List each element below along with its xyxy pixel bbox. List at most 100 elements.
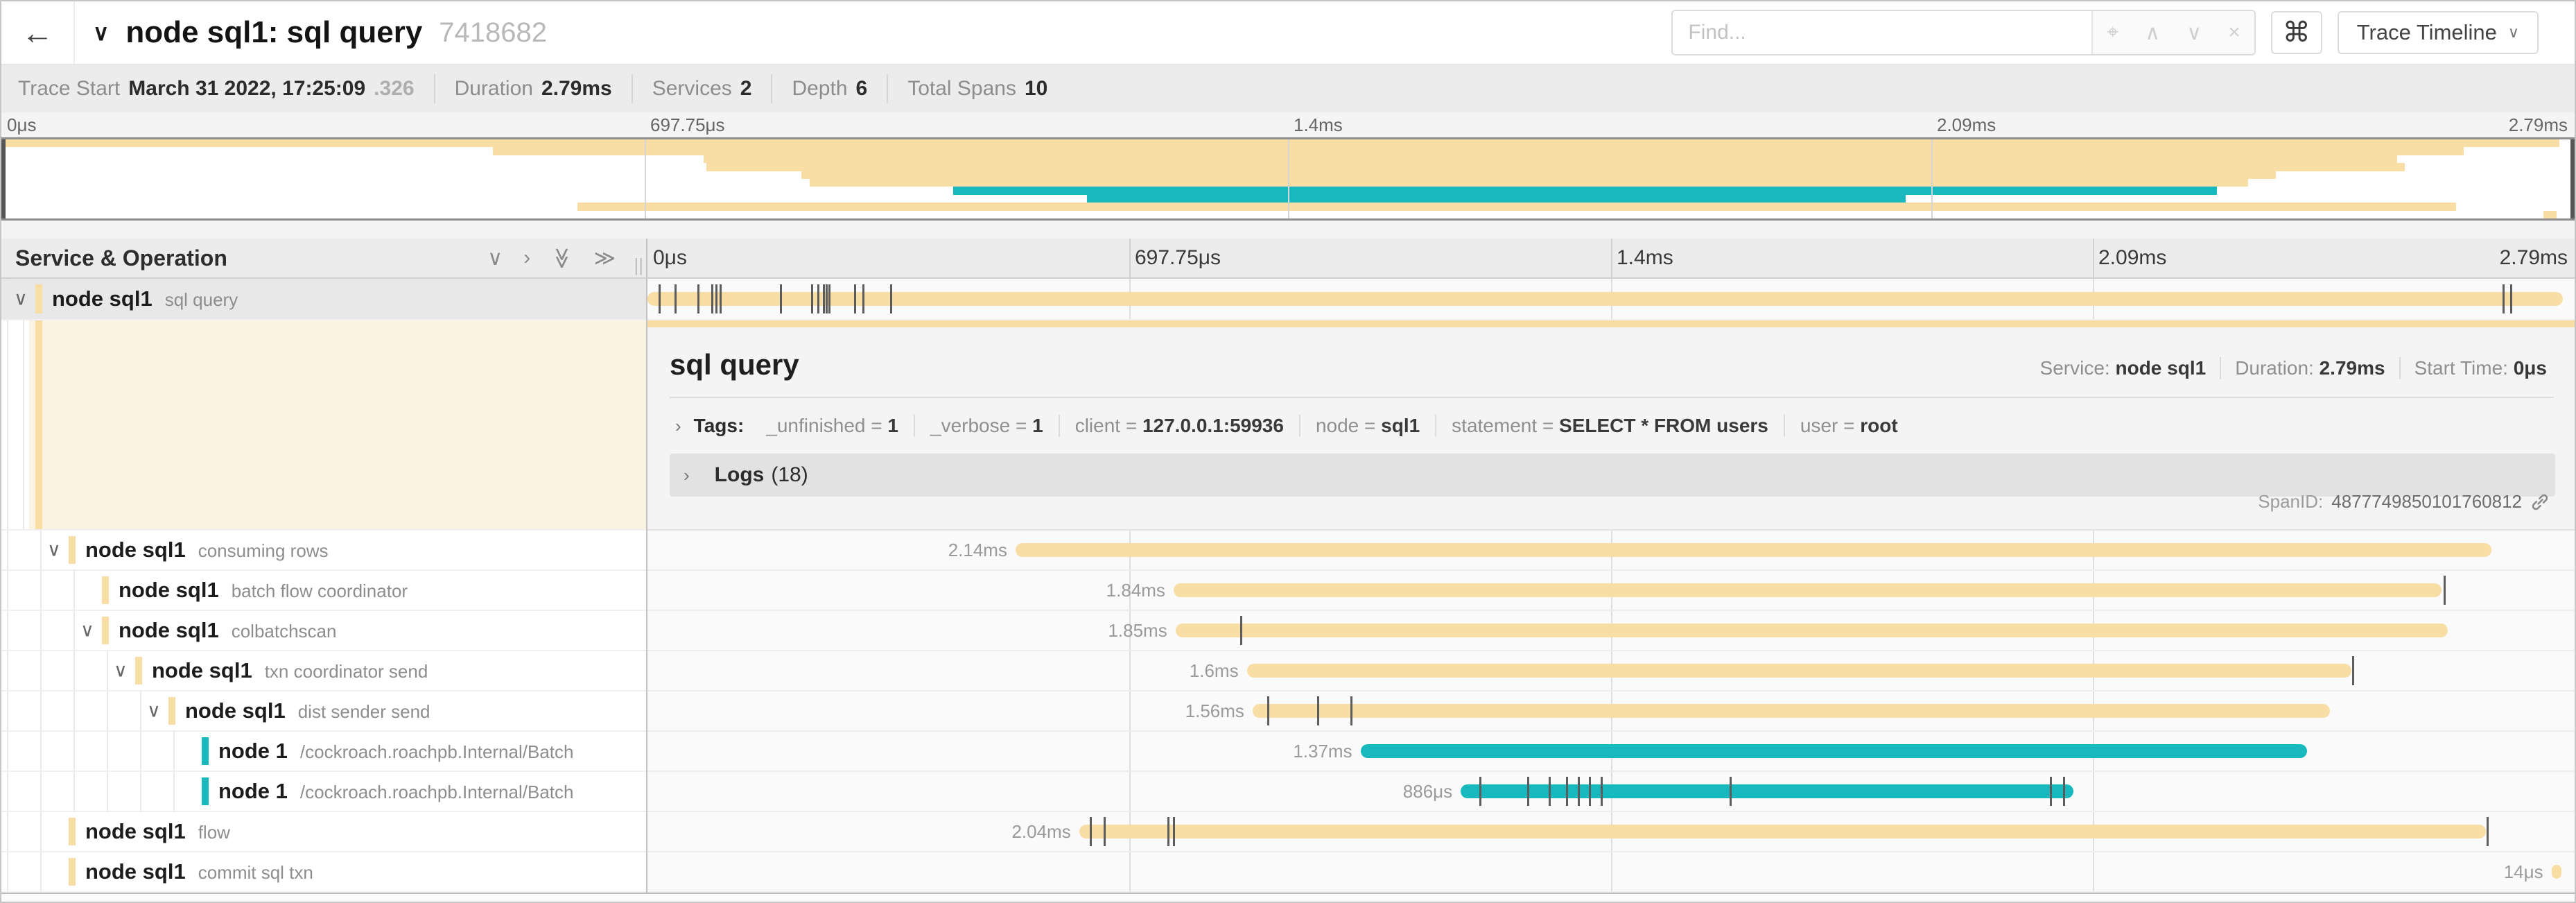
span-operation-name: txn coordinator send	[265, 661, 428, 682]
deep-link-icon[interactable]	[2530, 492, 2550, 512]
span-service-name: node sql1colbatchscan	[119, 618, 336, 643]
span-id-row: SpanID: 4877749850101760812	[2258, 491, 2550, 513]
tree-row-cockroach-roachpb-internal-batch[interactable]: node 1/cockroach.roachpb.Internal/Batch	[1, 772, 646, 812]
indent-guide	[40, 651, 42, 690]
span-bar[interactable]	[1461, 784, 2073, 798]
span-bar[interactable]	[647, 292, 2563, 306]
span-tree-column: ∨ node sql1sql query ∨node sql1consuming …	[1, 279, 647, 893]
span-id-label: SpanID:	[2258, 491, 2323, 513]
span-duration-label-wrap: 1.84ms	[647, 571, 1174, 610]
timeline-axis-header: 0μs697.75μs1.4ms2.09ms2.79ms	[647, 239, 2575, 277]
axis-tick-label: 2.79ms	[2509, 114, 2568, 136]
prev-result-icon[interactable]: ∧	[2145, 21, 2160, 45]
tree-row-commit-sql-txn[interactable]: node sql1commit sql txn	[1, 852, 646, 893]
tree-row-txn-coordinator-send[interactable]: ∨ node sql1txn coordinator send	[1, 651, 646, 691]
expand-one-icon[interactable]: ›	[523, 246, 530, 270]
span-bar[interactable]	[1174, 583, 2442, 597]
info-value-fraction: .326	[374, 77, 414, 101]
jaeger-trace-timeline-view: ← ∨ node sql1: sql query 7418682 ⌖ ∧ ∨ ×…	[0, 0, 2576, 903]
timeline-row-colbatchscan[interactable]: 1.85ms	[647, 611, 2575, 651]
tag-statement: statement = SELECT * FROM users	[1435, 415, 1784, 437]
timeline-row-batch-flow-coordinator[interactable]: 1.84ms	[647, 571, 2575, 611]
detail-span-meta: Service: node sql1Duration: 2.79msStart …	[2026, 357, 2547, 379]
minimap-gridline	[645, 139, 646, 218]
span-operation-name: /cockroach.roachpb.Internal/Batch	[300, 782, 574, 802]
timeline-row-txn-coordinator-send[interactable]: 1.6ms	[647, 651, 2575, 691]
indent-guide	[40, 852, 42, 891]
log-marker	[1090, 817, 1092, 846]
span-bar[interactable]	[1361, 744, 2307, 758]
locate-icon[interactable]: ⌖	[2107, 21, 2118, 44]
trace-minimap[interactable]	[1, 137, 2575, 221]
span-bar[interactable]	[1253, 704, 2330, 718]
collapse-all-icon[interactable]: ≫	[550, 247, 574, 268]
viewport-scrubber-right[interactable]	[2570, 139, 2575, 218]
tree-controls: ∨ › ≫ ≫	[487, 239, 616, 277]
axis-tick-label: 697.75μs	[650, 114, 725, 136]
log-marker	[1527, 777, 1529, 806]
timeline-row-consuming-rows[interactable]: 2.14ms	[647, 531, 2575, 571]
info-value: 2	[740, 77, 752, 101]
next-result-icon[interactable]: ∨	[2186, 21, 2202, 45]
logs-accordion[interactable]: › Logs (18)	[670, 454, 2555, 497]
tag-value: 127.0.0.1:59936	[1142, 415, 1284, 436]
info-value: March 31 2022, 17:25:09	[128, 77, 365, 101]
span-service-name: node sql1sql query	[52, 286, 238, 311]
info-value: 6	[856, 77, 868, 101]
top-bar-actions: ⌖ ∧ ∨ × ⌘ Trace Timeline ∨	[1671, 10, 2539, 55]
tags-accordion[interactable]: ›Tags:_unfinished = 1_verbose = 1client …	[675, 415, 2554, 437]
span-duration-label-wrap: 2.14ms	[647, 531, 1016, 569]
indent-guide	[40, 812, 42, 851]
tree-row-cockroach-roachpb-internal-batch[interactable]: node 1/cockroach.roachpb.Internal/Batch	[1, 732, 646, 772]
span-service-name: node sql1txn coordinator send	[152, 658, 428, 683]
tree-row-flow[interactable]: node sql1flow	[1, 812, 646, 852]
indent-guide	[107, 651, 108, 690]
indent-guide	[40, 531, 42, 569]
log-marker	[2510, 284, 2512, 313]
span-operation-name: flow	[198, 822, 230, 843]
collapse-children-icon[interactable]: ∨	[47, 540, 61, 561]
expand-all-icon[interactable]: ≫	[594, 246, 616, 270]
span-bar[interactable]	[1079, 825, 2486, 839]
timeline-row-cockroach-roachpb-internal-batch[interactable]: 886μs	[647, 772, 2575, 812]
collapse-trace-icon[interactable]: ∨	[93, 19, 109, 46]
collapse-children-icon[interactable]: ∨	[114, 660, 128, 682]
span-bar[interactable]	[2552, 865, 2561, 879]
detail-title-row: sql query Service: node sql1Duration: 2.…	[647, 327, 2575, 381]
axis-tick-label: 0μs	[7, 114, 36, 136]
keyboard-shortcuts-button[interactable]: ⌘	[2271, 11, 2322, 54]
span-color-bar	[69, 536, 76, 564]
viewport-scrubber-left[interactable]	[1, 139, 6, 218]
span-color-bar	[168, 697, 175, 725]
clear-search-icon[interactable]: ×	[2228, 21, 2240, 44]
find-input[interactable]	[1673, 11, 2091, 54]
minimap-span-bar	[493, 147, 2464, 155]
overview-axis: 0μs697.75μs1.4ms2.09ms2.79ms	[1, 112, 2575, 137]
tree-row-sql-query[interactable]: ∨ node sql1sql query	[1, 279, 646, 320]
indent-guide	[7, 320, 8, 529]
tree-row-colbatchscan[interactable]: ∨ node sql1colbatchscan	[1, 611, 646, 651]
axis-tick-label: 0μs	[653, 246, 687, 270]
span-duration-label-wrap: 2.04ms	[647, 812, 1079, 851]
collapse-children-icon[interactable]: ∨	[14, 289, 28, 310]
tree-row-dist-sender-send[interactable]: ∨node sql1dist sender send	[1, 691, 646, 732]
timeline-row-cockroach-roachpb-internal-batch[interactable]: 1.37ms	[647, 732, 2575, 772]
tree-row-batch-flow-coordinator[interactable]: node sql1batch flow coordinator	[1, 571, 646, 611]
span-bar[interactable]	[1176, 624, 2448, 637]
span-bar[interactable]	[1016, 543, 2491, 557]
timeline-row-flow[interactable]: 2.04ms	[647, 812, 2575, 852]
timeline-row-commit-sql-txn[interactable]: 14μs	[647, 852, 2575, 893]
log-marker	[1549, 777, 1551, 806]
timeline-row-sql-query[interactable]	[647, 279, 2575, 320]
column-resize-handle[interactable]: ||	[634, 255, 643, 276]
back-button[interactable]: ←	[1, 1, 75, 64]
span-operation-name: dist sender send	[298, 701, 430, 722]
span-detail-left-panel	[1, 320, 646, 531]
view-selector-button[interactable]: Trace Timeline ∨	[2338, 11, 2539, 54]
tree-row-consuming-rows[interactable]: ∨node sql1consuming rows	[1, 531, 646, 571]
collapse-children-icon[interactable]: ∨	[80, 620, 94, 642]
span-bar[interactable]	[1247, 664, 2351, 678]
collapse-one-icon[interactable]: ∨	[487, 246, 503, 270]
timeline-row-dist-sender-send[interactable]: 1.56ms	[647, 691, 2575, 732]
collapse-children-icon[interactable]: ∨	[147, 700, 161, 722]
